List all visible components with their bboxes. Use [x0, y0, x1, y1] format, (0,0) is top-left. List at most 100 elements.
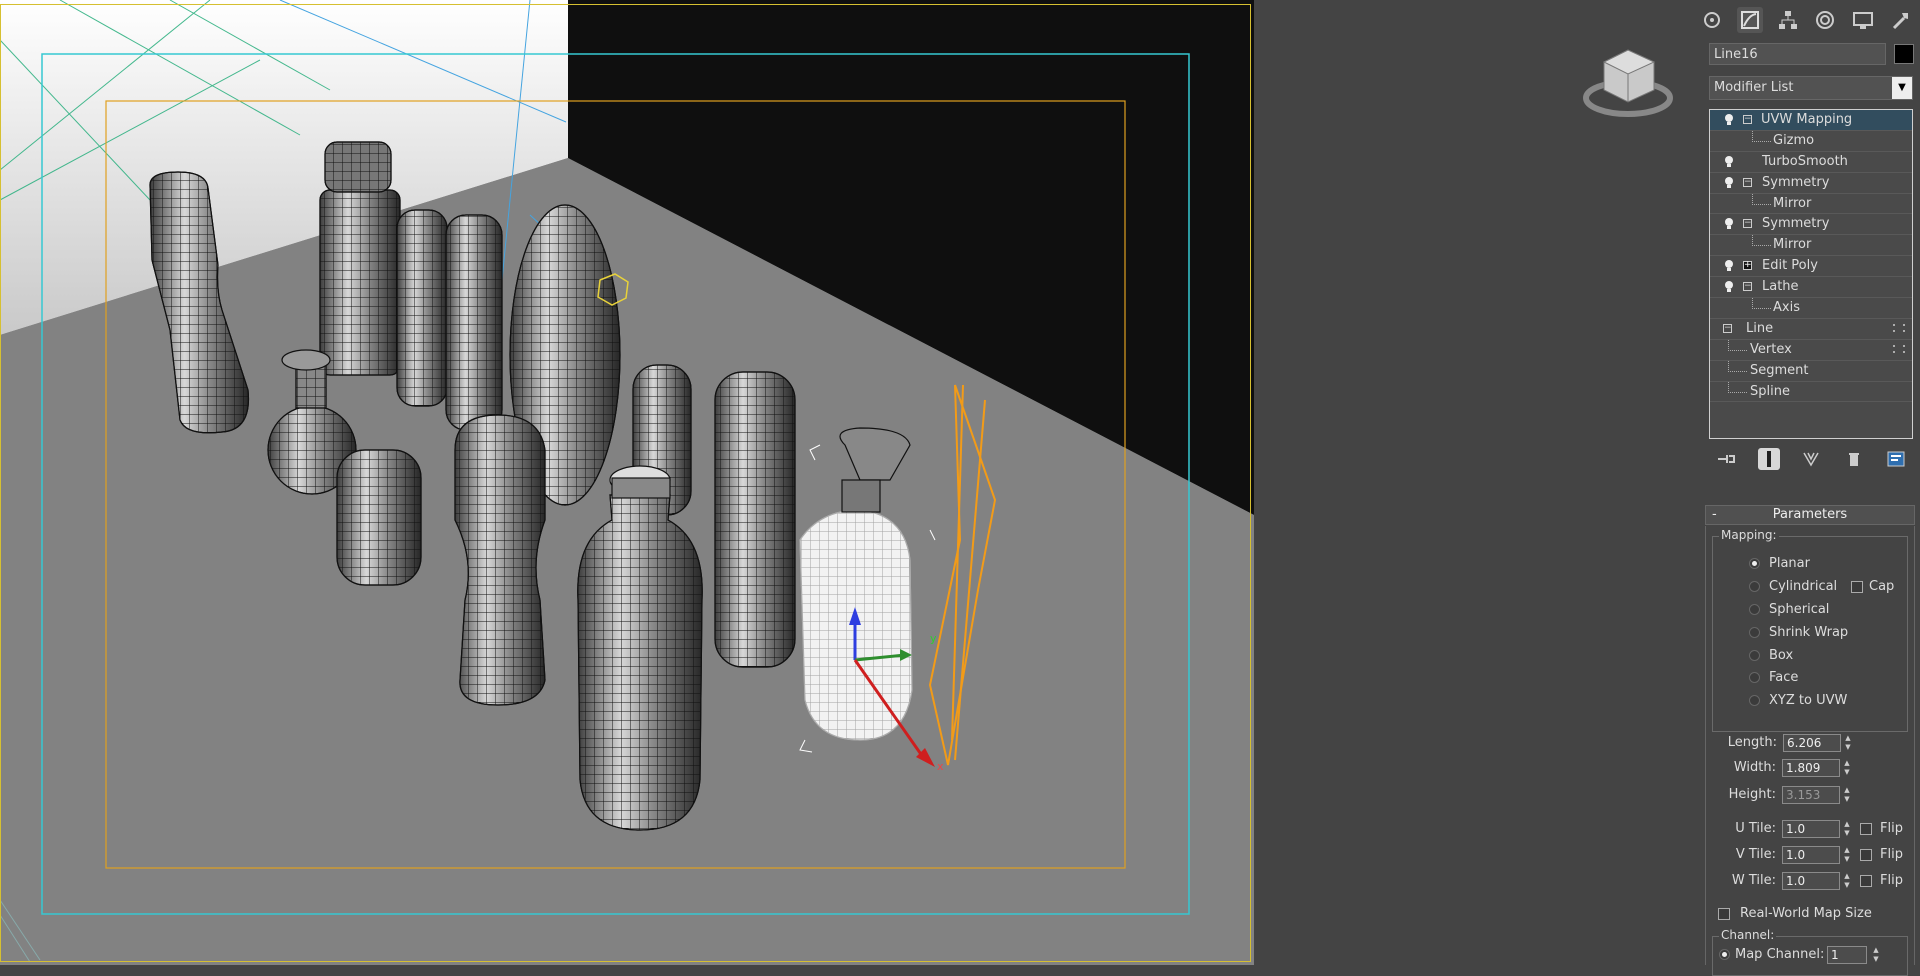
width-spinner[interactable]: Width: 1.809 ▲ ▼ [1712, 758, 1902, 778]
radio-button[interactable] [1749, 627, 1760, 638]
stack-subitem-mirror[interactable]: Mirror [1710, 235, 1912, 257]
spinner-arrows-icon[interactable]: ▲ ▼ [1842, 786, 1852, 804]
make-unique-icon[interactable] [1800, 448, 1822, 470]
stack-subitem-axis[interactable]: Axis [1710, 298, 1912, 319]
spinner-arrows-icon[interactable]: ▲ ▼ [1842, 846, 1852, 864]
object-color-swatch[interactable] [1894, 44, 1914, 64]
stack-item-lathe[interactable]: − Lathe [1710, 277, 1912, 299]
stack-subitem-vertex[interactable]: Vertex [1710, 339, 1912, 361]
modifier-list-dropdown[interactable]: Modifier List ▼ [1709, 76, 1913, 100]
radio-button[interactable] [1749, 672, 1760, 683]
stack-item-line[interactable]: − Line [1710, 319, 1912, 340]
stack-item-label: Line [1746, 320, 1774, 336]
stack-item-edit-poly[interactable]: + Edit Poly [1710, 256, 1912, 278]
v-flip-checkbox[interactable] [1860, 849, 1872, 861]
utilities-icon[interactable] [1888, 7, 1914, 33]
collapse-icon[interactable]: − [1723, 323, 1732, 333]
spinner-arrows-icon[interactable]: ▲ ▼ [1871, 946, 1881, 964]
w-flip-label: Flip [1880, 873, 1903, 888]
radio-face[interactable]: Face [1749, 668, 1899, 688]
collapse-icon[interactable]: − [1743, 177, 1752, 187]
v-tile-spinner[interactable]: V Tile: 1.0 ▲ ▼ Flip [1712, 845, 1912, 865]
show-end-result-icon[interactable] [1757, 448, 1780, 470]
svg-text:y: y [930, 632, 937, 645]
real-world-map-size[interactable]: Real-World Map Size [1718, 904, 1908, 924]
spinner-arrows-icon[interactable]: ▲ ▼ [1842, 759, 1852, 777]
height-input[interactable]: 3.153 [1782, 786, 1840, 804]
length-spinner[interactable]: Length: 6.206 ▲ ▼ [1713, 733, 1903, 753]
collapse-icon[interactable]: − [1743, 282, 1752, 292]
radio-shrink-wrap[interactable]: Shrink Wrap [1749, 623, 1899, 643]
lightbulb-icon[interactable] [1723, 176, 1735, 190]
expand-icon[interactable]: + [1743, 261, 1752, 271]
stack-subitem-gizmo[interactable]: Gizmo [1710, 130, 1912, 152]
hierarchy-icon[interactable] [1775, 7, 1801, 33]
width-input[interactable]: 1.809 [1782, 759, 1840, 777]
real-world-checkbox[interactable] [1718, 908, 1730, 920]
radio-cylindrical[interactable]: Cylindrical Cap [1749, 577, 1899, 597]
create-icon[interactable] [1699, 7, 1725, 33]
w-tile-input[interactable]: 1.0 [1782, 872, 1840, 890]
rollout-collapse-icon[interactable]: - [1712, 506, 1717, 524]
length-input[interactable]: 6.206 [1783, 734, 1841, 752]
width-label: Width: [1733, 760, 1776, 775]
configure-modifier-sets-icon[interactable] [1885, 448, 1907, 470]
radio-button[interactable] [1749, 581, 1760, 592]
lightbulb-icon[interactable] [1723, 280, 1735, 294]
collapse-icon[interactable]: − [1743, 219, 1752, 229]
height-spinner[interactable]: Height: 3.153 ▲ ▼ [1712, 785, 1902, 805]
lightbulb-icon[interactable] [1723, 155, 1735, 169]
stack-subitem-spline[interactable]: Spline [1710, 381, 1912, 403]
radio-button[interactable] [1749, 558, 1760, 569]
stack-subitem-segment[interactable]: Segment [1710, 360, 1912, 382]
map-channel-input[interactable]: 1 [1827, 946, 1867, 964]
bottle-2 [319, 141, 401, 376]
display-icon[interactable] [1850, 7, 1876, 33]
spinner-arrows-icon[interactable]: ▲ ▼ [1842, 872, 1852, 890]
lightbulb-icon[interactable] [1723, 259, 1735, 273]
radio-label: Face [1769, 670, 1799, 685]
stack-item-turbosmooth[interactable]: TurboSmooth [1710, 152, 1912, 173]
w-tile-spinner[interactable]: W Tile: 1.0 ▲ ▼ Flip [1712, 871, 1912, 891]
viewcube-icon[interactable] [1580, 40, 1680, 130]
object-name-field[interactable]: Line16 [1709, 43, 1886, 65]
lightbulb-icon[interactable] [1723, 217, 1735, 231]
map-channel-row[interactable]: Map Channel: 1 ▲ ▼ [1719, 945, 1905, 965]
radio-button[interactable] [1719, 949, 1730, 960]
u-tile-input[interactable]: 1.0 [1782, 820, 1840, 838]
pin-stack-icon[interactable] [1715, 448, 1737, 470]
tree-line [1728, 381, 1747, 393]
spinner-arrows-icon[interactable]: ▲ ▼ [1843, 734, 1853, 752]
modify-icon[interactable] [1736, 7, 1763, 33]
motion-icon[interactable] [1812, 7, 1838, 33]
w-tile-label: W Tile: [1731, 873, 1776, 888]
stack-item-label: Spline [1750, 383, 1790, 399]
u-tile-spinner[interactable]: U Tile: 1.0 ▲ ▼ Flip [1712, 819, 1912, 839]
u-flip-checkbox[interactable] [1860, 823, 1872, 835]
stack-item-symmetry[interactable]: − Symmetry [1710, 173, 1912, 194]
scene-render[interactable]: y x [0, 0, 1254, 965]
radio-button[interactable] [1749, 604, 1760, 615]
parameters-rollout-header[interactable]: - Parameters [1705, 505, 1915, 525]
radio-planar[interactable]: Planar [1749, 554, 1899, 574]
v-tile-input[interactable]: 1.0 [1782, 846, 1840, 864]
modifier-stack[interactable]: − UVW Mapping Gizmo TurboSmooth − Symmet… [1709, 109, 1913, 439]
w-flip-checkbox[interactable] [1860, 875, 1872, 887]
perspective-viewport[interactable]: y x [0, 0, 1254, 965]
stack-subitem-mirror[interactable]: Mirror [1710, 193, 1912, 215]
radio-spherical[interactable]: Spherical [1749, 600, 1899, 620]
stack-item-label: Lathe [1762, 279, 1799, 295]
radio-button[interactable] [1749, 695, 1760, 706]
cap-checkbox[interactable] [1851, 581, 1863, 593]
remove-modifier-icon[interactable] [1843, 448, 1865, 470]
radio-xyz-to-uvw[interactable]: XYZ to UVW [1749, 691, 1899, 711]
chevron-down-icon[interactable]: ▼ [1892, 77, 1912, 99]
channel-group-title: Channel: [1719, 928, 1777, 942]
spinner-arrows-icon[interactable]: ▲ ▼ [1842, 820, 1852, 838]
stack-item-uvw-mapping[interactable]: − UVW Mapping [1710, 110, 1912, 131]
radio-button[interactable] [1749, 650, 1760, 661]
radio-box[interactable]: Box [1749, 646, 1899, 666]
lightbulb-icon[interactable] [1723, 113, 1735, 127]
stack-item-symmetry[interactable]: − Symmetry [1710, 214, 1912, 236]
collapse-icon[interactable]: − [1743, 115, 1752, 124]
